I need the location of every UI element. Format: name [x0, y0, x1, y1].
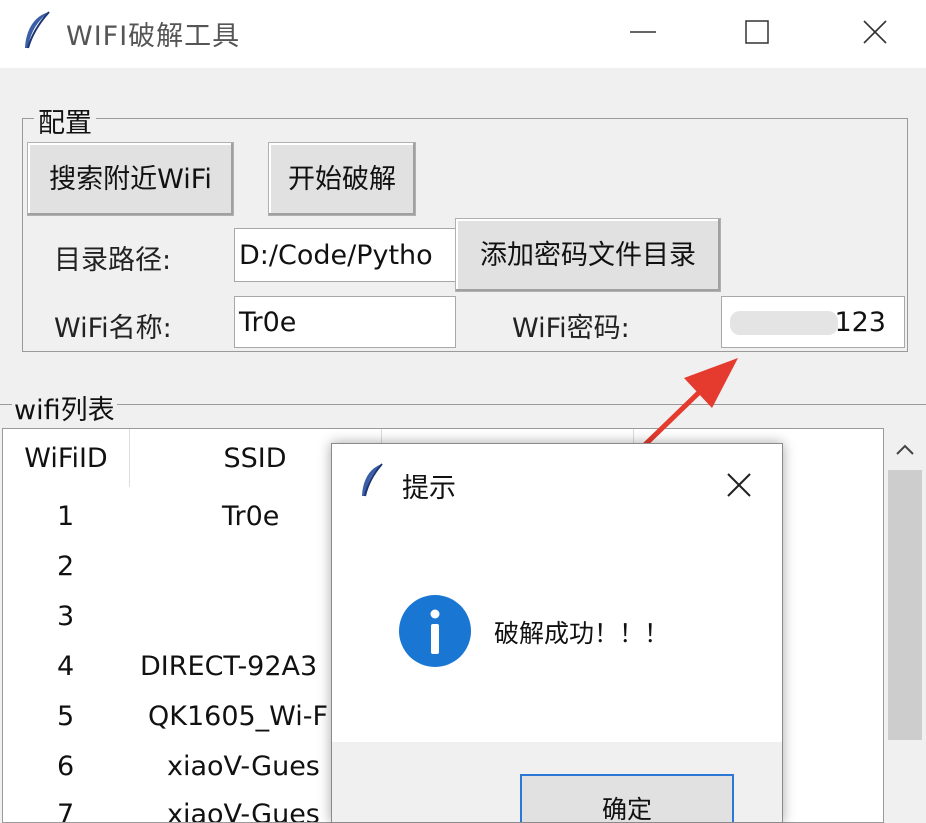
feather-icon: [362, 463, 383, 497]
info-icon: [399, 595, 471, 667]
message-dialog: 提示 破解成功！！！ 确定: [331, 443, 783, 823]
dialog-message: 破解成功！！！: [494, 619, 670, 648]
ok-button[interactable]: 确定: [520, 774, 734, 822]
dialog-close-icon[interactable]: [726, 472, 752, 498]
dialog-title: 提示: [402, 473, 456, 504]
